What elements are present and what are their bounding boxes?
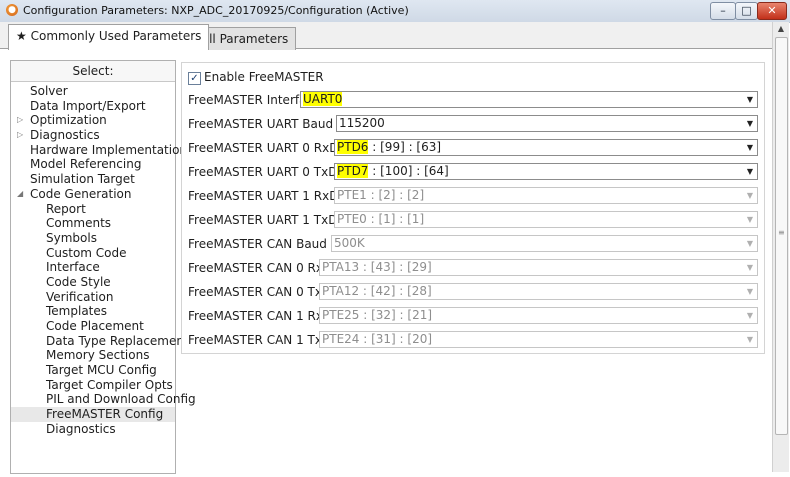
setting-row: FreeMASTER CAN 0 Tx pin PTA12 : [42] : [… [188,283,758,302]
tree-item-hardware-implementation[interactable]: Hardware Implementation [11,143,187,158]
chevron-down-icon: ▼ [746,287,753,296]
tree-item-code-generation[interactable]: ◢ Code Generation [11,187,175,202]
enable-freemaster-checkbox[interactable]: ✓ [188,72,201,85]
setting-row: FreeMASTER CAN 1 Rx pin PTE25 : [32] : [… [188,307,758,326]
tree-item-data-type-replacement[interactable]: Data Type Replacement [11,334,189,349]
category-tree-panel: Select: Solver Data Import/Export ▷ Optim… [10,60,196,474]
can1-tx-select: PTE24 : [31] : [20] ▼ [319,331,758,348]
chevron-down-icon: ▼ [746,335,753,344]
tree-header: Select: [11,61,175,82]
setting-row: FreeMASTER CAN Baud Rate 500K ▼ [188,235,758,254]
can0-tx-select: PTA12 : [42] : [28] ▼ [319,283,758,300]
tree-item-memory-sections[interactable]: Memory Sections [11,348,175,363]
tab-commonly-used[interactable]: ★ Commonly Used Parameters [8,24,210,50]
tree-item-diagnostics[interactable]: ▷ Diagnostics [11,128,175,143]
tree-item-interface[interactable]: Interface [11,260,175,275]
tree-item-templates[interactable]: Templates [11,304,175,319]
enable-freemaster-label[interactable]: Enable FreeMASTER [204,70,324,84]
scrollbar-thumb[interactable]: ≡ [775,37,788,435]
tree-item-target-mcu-config[interactable]: Target MCU Config [11,363,175,378]
tree-item-comments[interactable]: Comments [11,216,175,231]
enable-freemaster-row: ✓ Enable FreeMASTER [188,68,758,87]
app-logo-icon: ● [6,4,18,16]
arrow-up-icon[interactable]: ▲ [773,22,789,36]
maximize-button[interactable]: □ [735,2,758,20]
title-bar: ● Configuration Parameters: NXP_ADC_2017… [0,0,790,23]
tree-item-code-placement[interactable]: Code Placement [11,319,175,334]
chevron-down-icon: ▼ [746,311,753,320]
star-icon: ★ [16,29,27,43]
chevron-down-icon: ▼ [746,167,753,176]
close-button[interactable]: ✕ [757,2,787,20]
setting-row: FreeMASTER Interface UART0 ▼ [188,91,758,110]
category-tree: Solver Data Import/Export ▷ Optimization … [11,82,196,437]
tab-label: Commonly Used Parameters [30,29,202,43]
setting-row: FreeMASTER CAN 0 Rx pin PTA13 : [43] : [… [188,259,758,278]
tree-item-solver[interactable]: Solver [11,84,175,99]
tree-item-symbols[interactable]: Symbols [11,231,175,246]
uart-baud-select[interactable]: 115200 ▼ [336,115,758,132]
tree-item-simulation-target[interactable]: Simulation Target [11,172,175,187]
setting-row: FreeMASTER UART 0 TxD pin PTD7 : [100] :… [188,163,758,182]
setting-row: FreeMASTER UART 1 TxD pin PTE0 : [1] : [… [188,211,758,230]
tree-item-custom-code[interactable]: Custom Code [11,246,175,261]
select-value-highlight: UART0 [303,92,343,106]
tab-label: All Parameters [200,32,289,46]
setting-row: FreeMASTER UART 1 RxD pin PTE1 : [2] : [… [188,187,758,206]
can1-rx-select: PTE25 : [32] : [21] ▼ [319,307,758,324]
chevron-down-icon: ▼ [746,95,753,104]
triangle-right-icon[interactable]: ▷ [17,113,23,128]
setting-row: FreeMASTER UART Baud Rate 115200 ▼ [188,115,758,134]
chevron-down-icon: ▼ [746,239,753,248]
uart1-rxd-select: PTE1 : [2] : [2] ▼ [334,187,758,204]
uart0-txd-select[interactable]: PTD7 : [100] : [64] ▼ [334,163,758,180]
chevron-down-icon: ▼ [746,143,753,152]
chevron-down-icon: ▼ [746,191,753,200]
select-value-highlight: PTD7 [337,164,369,178]
uart1-txd-select: PTE0 : [1] : [1] ▼ [334,211,758,228]
tree-item-target-compiler-opts[interactable]: Target Compiler Opts [11,378,175,393]
tree-item-data-import-export[interactable]: Data Import/Export [11,99,175,114]
tree-item-code-style[interactable]: Code Style [11,275,175,290]
tree-item-verification[interactable]: Verification [11,290,175,305]
can0-rx-select: PTA13 : [43] : [29] ▼ [319,259,758,276]
tab-strip: ★ Commonly Used Parameters ≡ All Paramet… [0,22,772,50]
window-title: Configuration Parameters: NXP_ADC_201709… [23,4,409,17]
chevron-down-icon: ▼ [746,215,753,224]
chevron-down-icon: ▼ [746,263,753,272]
chevron-down-icon: ▼ [746,119,753,128]
can-baud-select: 500K ▼ [331,235,758,252]
tree-item-model-referencing[interactable]: Model Referencing [11,157,175,172]
vertical-scrollbar[interactable]: ▲ ≡ [772,22,789,472]
interface-select[interactable]: UART0 ▼ [300,91,758,108]
setting-row: FreeMASTER CAN 1 Tx pin PTE24 : [31] : [… [188,331,758,350]
tree-item-diagnostics-sub[interactable]: Diagnostics [11,422,175,437]
tree-item-report[interactable]: Report [11,202,175,217]
tree-item-pil-download-config[interactable]: PIL and Download Config [11,392,196,407]
minimize-button[interactable]: – [710,2,736,20]
triangle-right-icon[interactable]: ▷ [17,128,23,143]
uart0-rxd-select[interactable]: PTD6 : [99] : [63] ▼ [334,139,758,156]
select-value-highlight: PTD6 [337,140,369,154]
setting-row: FreeMASTER UART 0 RxD pin PTD6 : [99] : … [188,139,758,158]
triangle-down-icon[interactable]: ◢ [17,187,23,202]
tree-item-freemaster-config[interactable]: FreeMASTER Config [11,407,175,422]
tree-item-optimization[interactable]: ▷ Optimization [11,113,175,128]
grip-icon: ≡ [778,228,785,237]
freemaster-settings-panel: ✓ Enable FreeMASTER FreeMASTER Interface… [181,62,765,354]
